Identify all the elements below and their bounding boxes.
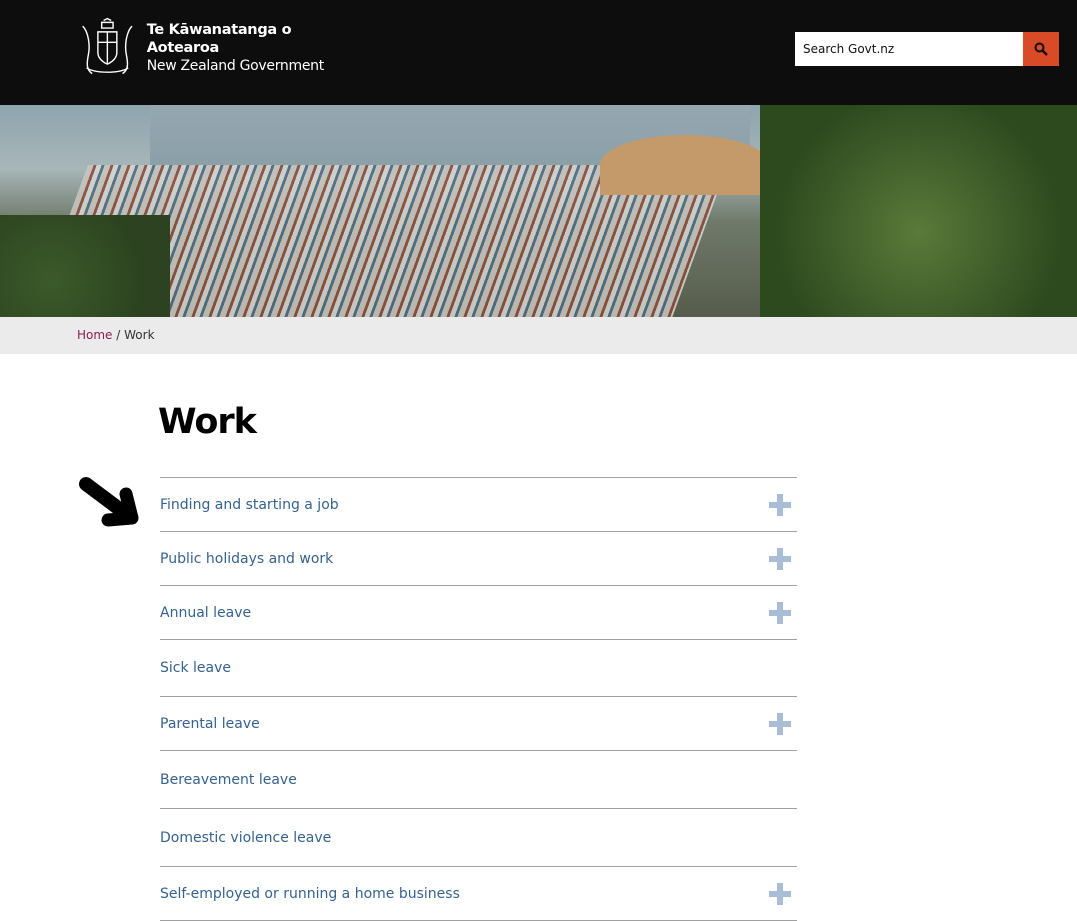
list-item-sick-leave[interactable]: Sick leave — [160, 640, 797, 697]
plus-icon[interactable] — [769, 882, 791, 905]
site-header: Te Kāwanatanga o Aotearoa New Zealand Go… — [0, 0, 1077, 105]
item-label: Self-employed or running a home business — [160, 885, 460, 902]
item-label: Annual leave — [160, 604, 252, 621]
item-label: Finding and starting a job — [160, 496, 339, 513]
list-item-annual-leave[interactable]: Annual leave — [160, 586, 797, 640]
plus-icon[interactable] — [769, 547, 791, 570]
search-icon — [1034, 42, 1048, 56]
item-label: Public holidays and work — [160, 550, 334, 567]
plus-icon[interactable] — [769, 601, 791, 624]
item-label: Sick leave — [160, 660, 232, 676]
list-item-domestic-violence-leave[interactable]: Domestic violence leave — [160, 809, 797, 867]
search-button[interactable] — [1023, 32, 1059, 66]
breadcrumb-current: Work — [124, 328, 155, 342]
item-label: Parental leave — [160, 715, 260, 732]
plus-icon[interactable] — [769, 712, 791, 735]
govt-logo[interactable]: Te Kāwanatanga o Aotearoa New Zealand Go… — [77, 17, 357, 79]
list-item-bereavement-leave[interactable]: Bereavement leave — [160, 751, 797, 809]
topic-list: Finding and starting a job Public holida… — [160, 477, 797, 921]
breadcrumb-home[interactable]: Home — [77, 328, 112, 342]
logo-maori-text: Te Kāwanatanga o Aotearoa — [146, 22, 292, 56]
page-title: Work — [158, 402, 257, 442]
list-item-public-holidays[interactable]: Public holidays and work — [160, 532, 797, 586]
breadcrumb: Home / Work — [0, 317, 1077, 354]
list-item-finding-job[interactable]: Finding and starting a job — [160, 478, 797, 532]
list-item-parental-leave[interactable]: Parental leave — [160, 697, 797, 751]
item-label: Bereavement leave — [160, 771, 297, 788]
search-form — [795, 32, 1059, 66]
coat-of-arms-icon — [82, 17, 133, 75]
hero-image-port — [0, 105, 1077, 317]
item-label: Domestic violence leave — [160, 829, 332, 846]
arrow-down-right-icon — [79, 477, 139, 527]
plus-icon[interactable] — [769, 493, 791, 516]
search-input[interactable] — [795, 32, 1023, 66]
logo-english-text: New Zealand Government — [146, 58, 324, 74]
breadcrumb-separator: / — [116, 328, 121, 342]
